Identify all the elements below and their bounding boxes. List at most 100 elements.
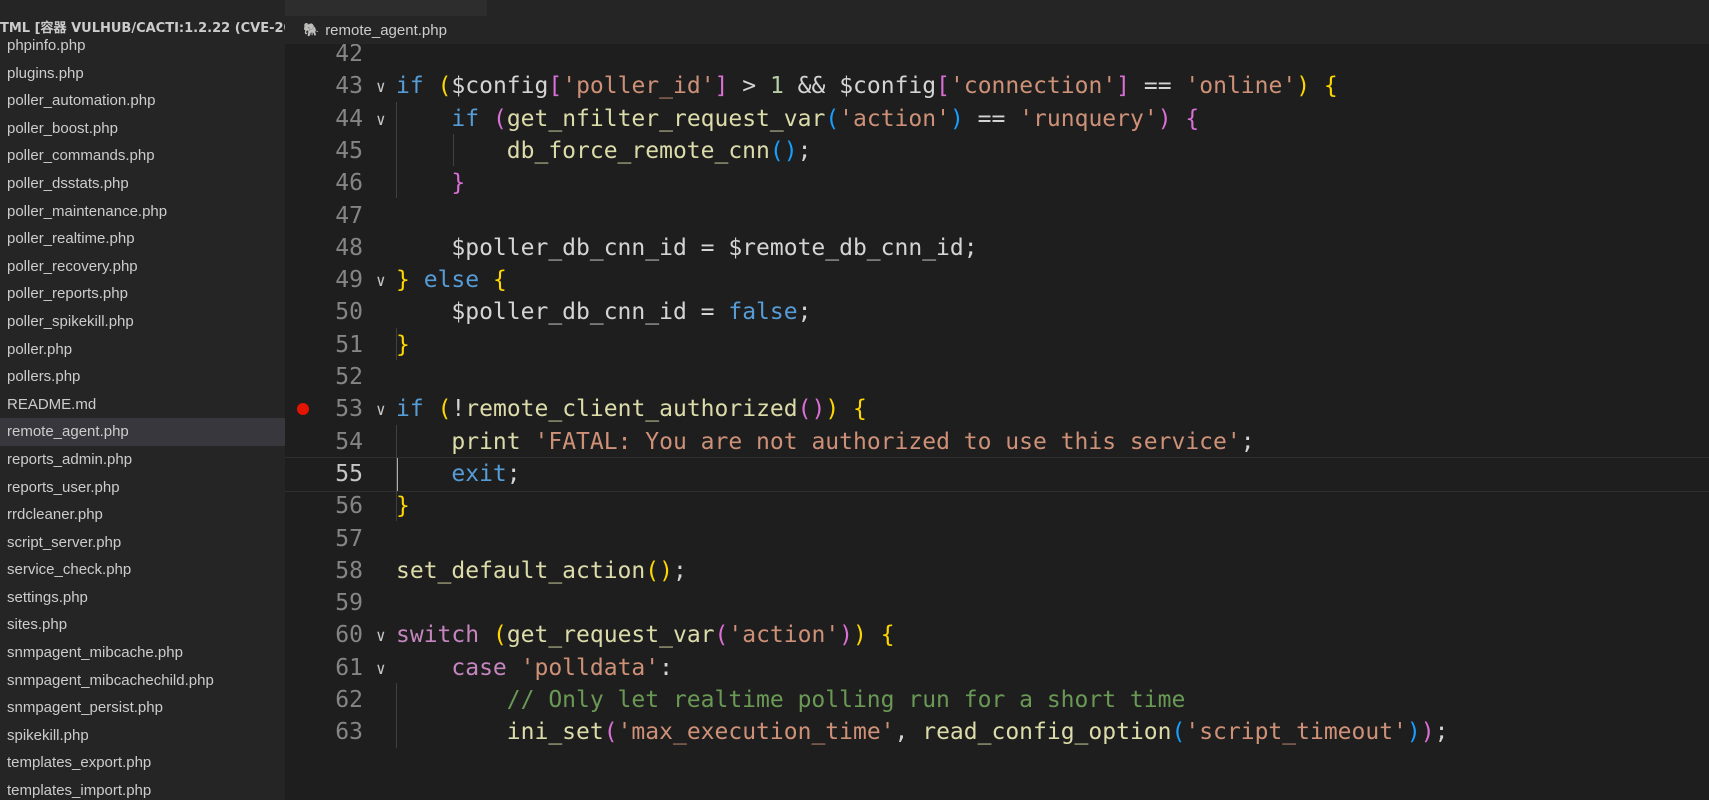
file-item[interactable]: phpinfo.php: [0, 32, 285, 60]
code-token: (: [714, 622, 729, 649]
file-item[interactable]: poller_automation.php: [0, 87, 285, 115]
code-token: ;: [1240, 428, 1255, 455]
code-text: // Only let realtime polling run for a s…: [396, 683, 1186, 718]
code-line[interactable]: 52: [285, 360, 1709, 395]
code-token: }: [396, 267, 410, 294]
file-item[interactable]: script_server.php: [0, 529, 285, 557]
code-token: (): [645, 557, 673, 584]
code-line[interactable]: 61 ∨ case 'polldata':: [285, 651, 1709, 686]
code-editor[interactable]: 42 43 ∨ if ($config['poller_id'] > 1 && $co…: [285, 44, 1709, 800]
file-item[interactable]: snmpagent_mibcachechild.php: [0, 667, 285, 695]
file-item[interactable]: remote_agent.php: [0, 418, 285, 446]
code-token: ==: [1130, 73, 1186, 100]
code-line[interactable]: 63 ini_set('max_execution_time', read_co…: [285, 715, 1709, 750]
code-line[interactable]: 59: [285, 586, 1709, 621]
code-line[interactable]: 44 ∨ if (get_nfilter_request_var('action'…: [285, 102, 1709, 137]
tab-remote-agent[interactable]: 🐘 remote_agent.php: [303, 16, 447, 44]
file-item[interactable]: poller_spikekill.php: [0, 308, 285, 336]
file-item[interactable]: poller_recovery.php: [0, 253, 285, 281]
fold-chevron-icon[interactable]: ∨: [376, 102, 392, 137]
line-number: 55: [335, 460, 363, 487]
fold-chevron-icon[interactable]: ∨: [376, 651, 392, 686]
code-line[interactable]: 47: [285, 199, 1709, 234]
code-text: switch (get_request_var('action')) {: [396, 618, 895, 653]
code-token: ): [1406, 719, 1421, 746]
code-line[interactable]: 58 set_default_action();: [285, 554, 1709, 589]
file-item[interactable]: reports_user.php: [0, 474, 285, 502]
file-item[interactable]: poller_commands.php: [0, 142, 285, 170]
file-item[interactable]: poller_maintenance.php: [0, 198, 285, 226]
code-line[interactable]: 48 $poller_db_cnn_id = $remote_db_cnn_id…: [285, 231, 1709, 266]
code-token: (: [1171, 719, 1186, 746]
line-number: 43: [335, 73, 363, 100]
code-text: }: [396, 166, 465, 201]
code-token: 'script_timeout': [1185, 719, 1407, 746]
indent-guide: [396, 424, 397, 522]
code-token: ==: [963, 105, 1020, 132]
code-line[interactable]: 60 ∨ switch (get_request_var('action')) {: [285, 618, 1709, 653]
line-number: 46: [335, 170, 363, 197]
file-item[interactable]: snmpagent_persist.php: [0, 694, 285, 722]
code-token: ;: [797, 137, 812, 164]
file-item[interactable]: README.md: [0, 391, 285, 419]
code-line[interactable]: 62 // Only let realtime polling run for …: [285, 683, 1709, 718]
file-item[interactable]: poller_reports.php: [0, 280, 285, 308]
code-token: remote_client_authorized: [465, 396, 798, 423]
line-number: 63: [335, 719, 363, 746]
file-item[interactable]: reports_admin.php: [0, 446, 285, 474]
code-token: (: [603, 719, 618, 746]
code-line[interactable]: 46 }: [285, 166, 1709, 201]
code-token: ;: [506, 460, 521, 487]
code-line[interactable]: 53 ∨ if (!remote_client_authorized()) {: [285, 392, 1709, 427]
line-number: 45: [335, 137, 363, 164]
code-token: ;: [1434, 719, 1449, 746]
code-token: db_force_remote_cnn: [506, 137, 770, 164]
code-token: 'max_execution_time': [617, 719, 895, 746]
code-line[interactable]: 51}: [285, 328, 1709, 363]
file-item[interactable]: rrdcleaner.php: [0, 501, 285, 529]
code-line[interactable]: 45 db_force_remote_cnn();: [285, 134, 1709, 169]
file-item[interactable]: pollers.php: [0, 363, 285, 391]
file-item[interactable]: settings.php: [0, 584, 285, 612]
file-item[interactable]: templates_export.php: [0, 749, 285, 777]
file-item[interactable]: service_check.php: [0, 556, 285, 584]
code-line[interactable]: 54 print 'FATAL: You are not authorized …: [285, 425, 1709, 460]
code-token: ): [825, 396, 840, 423]
fold-chevron-icon[interactable]: ∨: [376, 263, 392, 298]
code-text: ini_set('max_execution_time', read_confi…: [396, 715, 1449, 750]
code-token: print: [451, 428, 521, 455]
code-line[interactable]: 56}: [285, 489, 1709, 524]
code-token: exit: [451, 460, 507, 487]
code-line[interactable]: 43 ∨ if ($config['poller_id'] > 1 && $conf…: [285, 69, 1709, 104]
file-item[interactable]: poller_realtime.php: [0, 225, 285, 253]
code-token: [: [936, 73, 950, 100]
fold-chevron-icon[interactable]: ∨: [376, 69, 392, 104]
file-item[interactable]: sites.php: [0, 611, 285, 639]
code-text: case 'polldata':: [396, 651, 673, 686]
file-item[interactable]: poller_dsstats.php: [0, 170, 285, 198]
line-number: 58: [335, 557, 363, 584]
code-line[interactable]: 55 exit;: [285, 457, 1709, 492]
code-line[interactable]: 42: [285, 44, 1709, 72]
code-token: ;: [797, 299, 812, 326]
file-item[interactable]: poller_boost.php: [0, 115, 285, 143]
code-line[interactable]: 57: [285, 522, 1709, 557]
code-line[interactable]: 49 ∨} else {: [285, 263, 1709, 298]
fold-chevron-icon[interactable]: ∨: [376, 392, 392, 427]
file-item[interactable]: plugins.php: [0, 60, 285, 88]
fold-chevron-icon[interactable]: ∨: [376, 618, 392, 653]
file-item[interactable]: poller.php: [0, 336, 285, 364]
indent-guide: [453, 133, 454, 167]
file-item[interactable]: templates_import.php: [0, 777, 285, 800]
file-item[interactable]: snmpagent_mibcache.php: [0, 639, 285, 667]
code-token: 'action': [839, 105, 950, 132]
file-item[interactable]: spikekill.php: [0, 722, 285, 750]
code-token: ]: [1116, 73, 1131, 100]
code-line[interactable]: 50 $poller_db_cnn_id = false;: [285, 295, 1709, 330]
